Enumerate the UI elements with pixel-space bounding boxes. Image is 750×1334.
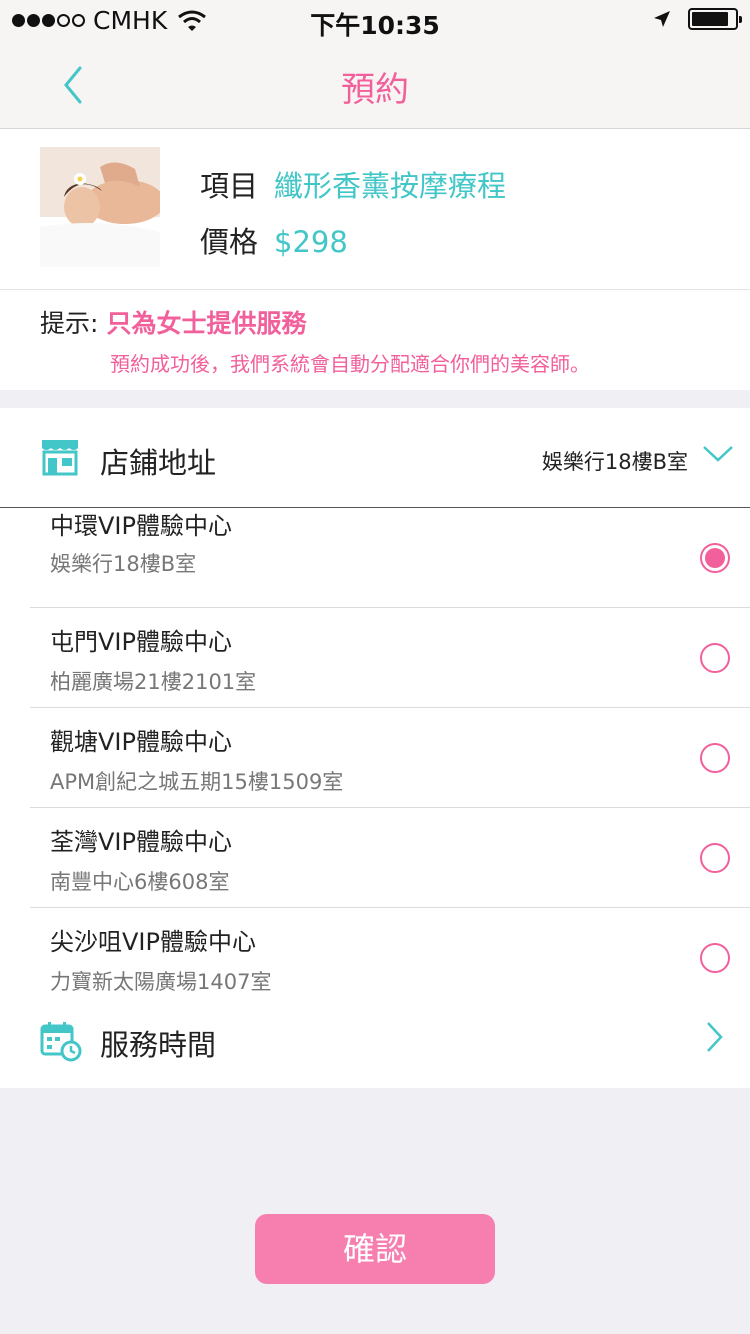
store-selected-value: 娛樂行18樓B室: [541, 450, 688, 474]
store-icon: [42, 440, 78, 476]
store-option-radio[interactable]: [700, 743, 730, 773]
store-option-radio[interactable]: [700, 843, 730, 873]
status-bar: CMHK 下午10:35: [0, 0, 750, 40]
status-right: [652, 8, 742, 30]
store-list: 中環VIP體驗中心 娛樂行18樓B室 屯門VIP體驗中心 柏麗廣場21樓2101…: [30, 508, 750, 1007]
store-option-name: 荃灣VIP體驗中心: [50, 828, 232, 856]
store-option[interactable]: 中環VIP體驗中心 娛樂行18樓B室: [30, 508, 750, 608]
page-title: 預約: [341, 70, 409, 110]
store-option-address: APM創紀之城五期15樓1509室: [50, 770, 344, 794]
store-option-name: 屯門VIP體驗中心: [50, 628, 232, 656]
tip-row: 提示: 只為女士提供服務: [40, 304, 306, 340]
price-value: $298: [274, 225, 348, 259]
item-label: 項目: [200, 169, 259, 203]
tip-note: 預約成功後，我們系統會自動分配適合你們的美容師。: [110, 352, 590, 376]
item-value: 纖形香薰按摩療程: [274, 169, 507, 203]
chevron-down-icon[interactable]: [702, 444, 734, 464]
location-arrow-icon: [654, 11, 670, 27]
product-summary: 項目 纖形香薰按摩療程 價格 $298: [0, 129, 750, 290]
store-option[interactable]: 屯門VIP體驗中心 柏麗廣場21樓2101室: [30, 608, 750, 708]
calendar-clock-icon: [40, 1022, 82, 1062]
store-section-title: 店鋪地址: [100, 446, 217, 480]
price-row: 價格 $298: [200, 219, 348, 261]
item-row: 項目 纖形香薰按摩療程: [200, 163, 506, 205]
chevron-right-icon: [707, 1022, 723, 1052]
store-option[interactable]: 觀塘VIP體驗中心 APM創紀之城五期15樓1509室: [30, 708, 750, 808]
store-option-address: 柏麗廣場21樓2101室: [50, 670, 257, 694]
store-option-radio[interactable]: [700, 943, 730, 973]
store-dropdown[interactable]: 店鋪地址 娛樂行18樓B室: [0, 408, 750, 508]
store-option-address: 娛樂行18樓B室: [50, 552, 197, 576]
status-time: 下午10:35: [310, 11, 440, 40]
store-option-radio[interactable]: [700, 543, 730, 573]
store-option-name: 觀塘VIP體驗中心: [50, 728, 232, 756]
confirm-button[interactable]: 確認: [255, 1214, 495, 1284]
service-time-title: 服務時間: [100, 1028, 217, 1062]
store-option-address: 南豐中心6樓608室: [50, 870, 230, 894]
tip-value: 只為女士提供服務: [106, 309, 307, 338]
store-option-name: 中環VIP體驗中心: [50, 512, 232, 540]
massage-photo: [40, 147, 160, 267]
store-option-name: 尖沙咀VIP體驗中心: [50, 928, 256, 956]
store-section: 店鋪地址 娛樂行18樓B室 中環VIP體驗中心 娛樂行18樓B室 屯門VIP體驗…: [0, 408, 750, 1088]
battery-icon: [688, 8, 742, 30]
tip-label: 提示:: [40, 309, 99, 338]
store-option[interactable]: 荃灣VIP體驗中心 南豐中心6樓608室: [30, 808, 750, 908]
service-time-row[interactable]: 服務時間: [0, 990, 750, 1088]
price-label: 價格: [200, 225, 259, 259]
tip-section: 提示: 只為女士提供服務 預約成功後，我們系統會自動分配適合你們的美容師。: [0, 290, 750, 390]
navigation-bar: 預約: [0, 40, 750, 129]
store-option-radio[interactable]: [700, 643, 730, 673]
